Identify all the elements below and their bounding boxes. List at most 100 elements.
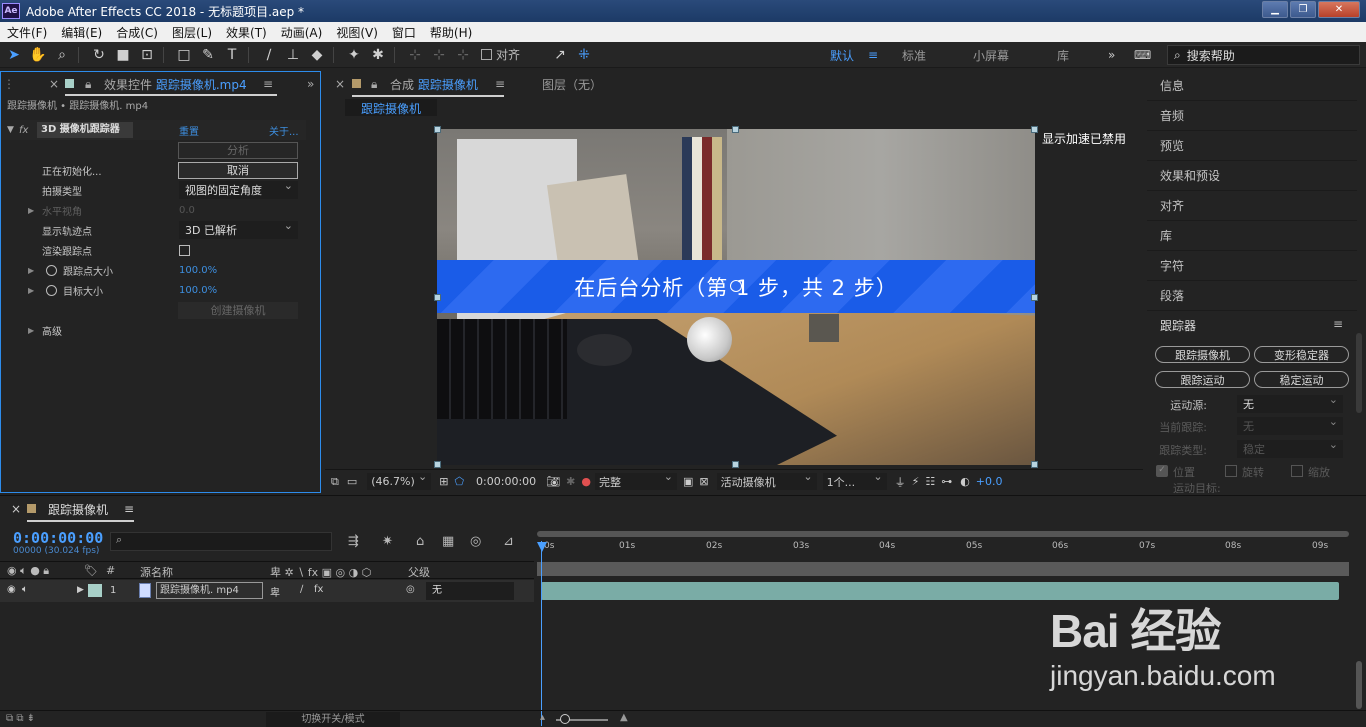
lock-icon[interactable]: 🔒︎ bbox=[85, 77, 91, 92]
advanced-expand-icon[interactable]: ▶ bbox=[28, 326, 34, 335]
time-ruler[interactable]: 0s 01s 02s 03s 04s 05s 06s 07s 08s 09s bbox=[537, 529, 1349, 557]
effects-presets-panel-header[interactable]: 效果和预设 bbox=[1147, 161, 1357, 191]
composition-viewer[interactable]: 在后台分析（第 1 步，共 2 步） 显示加速已禁用 bbox=[326, 116, 1141, 468]
timeline-icon[interactable]: ☷ bbox=[925, 475, 935, 488]
more-workspaces-icon[interactable]: » bbox=[1108, 48, 1115, 62]
effect-controls-tab-title[interactable]: 效果控件 跟踪摄像机.mp4 bbox=[104, 76, 247, 93]
composition-tab-title[interactable]: 合成 跟踪摄像机 bbox=[390, 76, 478, 93]
search-help-field[interactable]: ⌕ 搜索帮助 bbox=[1167, 45, 1360, 65]
comp-mini-flowchart-icon[interactable]: ⇶ bbox=[348, 534, 359, 549]
transform-handle[interactable] bbox=[1031, 294, 1038, 301]
fit-icon[interactable]: ⊞ bbox=[439, 475, 448, 488]
panel-menu-icon[interactable]: ≡ bbox=[495, 77, 505, 91]
puppet-pin-tool-icon[interactable]: ✱ bbox=[368, 45, 388, 65]
track-camera-button[interactable]: 跟踪摄像机 bbox=[1155, 346, 1250, 363]
menu-effect[interactable]: 效果(T) bbox=[219, 24, 274, 41]
menu-composition[interactable]: 合成(C) bbox=[109, 24, 165, 41]
transform-handle[interactable] bbox=[434, 126, 441, 133]
world-axis-icon[interactable]: ⊹ bbox=[429, 45, 449, 65]
expand-panels-icon[interactable]: » bbox=[307, 77, 314, 91]
zoom-in-icon[interactable]: ▲ bbox=[620, 712, 628, 723]
workspace-default[interactable]: 默认 bbox=[830, 47, 854, 64]
cancel-button[interactable]: 取消 bbox=[178, 161, 298, 179]
menu-animation[interactable]: 动画(A) bbox=[274, 24, 330, 41]
info-panel-header[interactable]: 信息 bbox=[1147, 71, 1357, 101]
layer-label-color[interactable] bbox=[88, 584, 102, 597]
track-point-size-value[interactable]: 100.0% bbox=[179, 265, 217, 276]
transform-handle[interactable] bbox=[732, 126, 739, 133]
close-button[interactable]: ✕ bbox=[1318, 1, 1360, 18]
track-type-select[interactable]: 稳定 bbox=[1237, 438, 1343, 458]
layer-row[interactable]: ◉ 🔈︎ ▶ 1 跟踪摄像机. mp4 卑 ∕ fx ◎ 无 bbox=[0, 580, 534, 602]
effect-switch-icon[interactable]: fx bbox=[314, 584, 323, 595]
quality-switch-icon[interactable]: ∕ bbox=[300, 584, 303, 595]
transform-handle[interactable] bbox=[1031, 461, 1038, 468]
panel-menu-icon[interactable]: ≡ bbox=[263, 77, 273, 91]
shy-switch-icon[interactable]: 卑 bbox=[270, 584, 280, 599]
parent-pickwhip-icon[interactable]: ◎ bbox=[406, 584, 415, 595]
work-area-bar[interactable] bbox=[537, 562, 1349, 576]
draft-3d-icon[interactable]: ✷ bbox=[382, 534, 393, 549]
parent-select[interactable]: 无 bbox=[426, 582, 514, 600]
layer-duration-bar[interactable] bbox=[541, 582, 1339, 600]
menu-window[interactable]: 窗口 bbox=[385, 24, 423, 41]
menu-help[interactable]: 帮助(H) bbox=[423, 24, 479, 41]
close-tab-icon[interactable]: × bbox=[11, 502, 21, 516]
zoom-slider-thumb[interactable] bbox=[560, 714, 570, 724]
source-name-column-header[interactable]: 源名称 bbox=[140, 564, 173, 580]
library-panel-header[interactable]: 库 bbox=[1147, 221, 1357, 251]
show-track-points-select[interactable]: 3D 已解析 bbox=[179, 219, 298, 239]
transform-handle[interactable] bbox=[434, 294, 441, 301]
transform-handle[interactable] bbox=[732, 461, 739, 468]
about-link[interactable]: 关于... bbox=[269, 123, 299, 138]
view-axis-icon[interactable]: ⊹ bbox=[453, 45, 473, 65]
timeline-search-input[interactable]: ⌕ bbox=[110, 532, 332, 551]
region-of-interest-icon[interactable]: ▣ bbox=[683, 475, 693, 488]
menu-file[interactable]: 文件(F) bbox=[0, 24, 54, 41]
preview-panel-header[interactable]: 预览 bbox=[1147, 131, 1357, 161]
composition-flowchart-tab[interactable]: 跟踪摄像机 bbox=[345, 99, 437, 117]
graph-editor-icon[interactable]: ⊿ bbox=[503, 534, 514, 549]
eraser-tool-icon[interactable]: ◆ bbox=[307, 45, 327, 65]
panel-menu-icon[interactable]: ≡ bbox=[1333, 317, 1343, 331]
timeline-tab-title[interactable]: 跟踪摄像机 bbox=[48, 501, 108, 518]
paragraph-panel-header[interactable]: 段落 bbox=[1147, 281, 1357, 311]
exposure-reset-icon[interactable]: ◐ bbox=[960, 475, 970, 488]
brush-tool-icon[interactable]: ∕ bbox=[259, 45, 279, 65]
lock-icon[interactable]: 🔒︎ bbox=[371, 77, 377, 92]
rotate-tool-icon[interactable]: ↻ bbox=[89, 45, 109, 65]
roto-brush-tool-icon[interactable]: ✦ bbox=[344, 45, 364, 65]
layer-switches-toggle-icon[interactable]: ⧉ ⧉ ⇟ bbox=[6, 713, 35, 724]
fast-previews-icon[interactable]: ⚡ bbox=[912, 475, 920, 488]
pen-tool-icon[interactable]: ✎ bbox=[198, 45, 218, 65]
layer-tab[interactable]: 图层（无） bbox=[542, 76, 602, 93]
transparency-grid-icon[interactable]: ⊠ bbox=[699, 475, 708, 488]
track-size-expand-icon[interactable]: ▶ bbox=[28, 266, 34, 275]
show-snapshot-icon[interactable]: ✱ bbox=[566, 475, 575, 488]
motion-source-select[interactable]: 无 bbox=[1237, 393, 1343, 413]
mask-visibility-icon[interactable]: ⬠ bbox=[454, 475, 464, 488]
timeline-scrollbar[interactable] bbox=[1356, 661, 1362, 709]
selection-tool-icon[interactable]: ➤ bbox=[4, 45, 24, 65]
track-motion-button[interactable]: 跟踪运动 bbox=[1155, 371, 1250, 388]
menu-edit[interactable]: 编辑(E) bbox=[54, 24, 109, 41]
video-visibility-icon[interactable]: ◉ bbox=[7, 584, 16, 595]
resolution-select[interactable]: 完整 bbox=[594, 470, 677, 490]
stabilize-motion-button[interactable]: 稳定运动 bbox=[1254, 371, 1349, 388]
target-size-value[interactable]: 100.0% bbox=[179, 285, 217, 296]
shot-type-select[interactable]: 视图的固定角度 bbox=[179, 179, 298, 199]
character-panel-header[interactable]: 字符 bbox=[1147, 251, 1357, 281]
color-channels-icon[interactable]: ● bbox=[581, 475, 591, 488]
menu-view[interactable]: 视图(V) bbox=[329, 24, 385, 41]
rotation-checkbox[interactable] bbox=[1225, 465, 1237, 477]
minimize-button[interactable]: ▁ bbox=[1262, 1, 1288, 18]
transform-handle[interactable] bbox=[1031, 126, 1038, 133]
analyze-button[interactable]: 分析 bbox=[178, 141, 298, 159]
close-tab-icon[interactable]: × bbox=[49, 77, 59, 91]
camera-tool-icon[interactable]: ■ bbox=[113, 45, 133, 65]
snap-options-icon[interactable]: ⁜ bbox=[574, 45, 594, 65]
fov-expand-icon[interactable]: ▶ bbox=[28, 206, 34, 215]
frame-blending-icon[interactable]: ▦ bbox=[442, 534, 454, 549]
zoom-out-icon[interactable]: ▴ bbox=[540, 712, 545, 723]
warp-stabilizer-button[interactable]: 变形稳定器 bbox=[1254, 346, 1349, 363]
